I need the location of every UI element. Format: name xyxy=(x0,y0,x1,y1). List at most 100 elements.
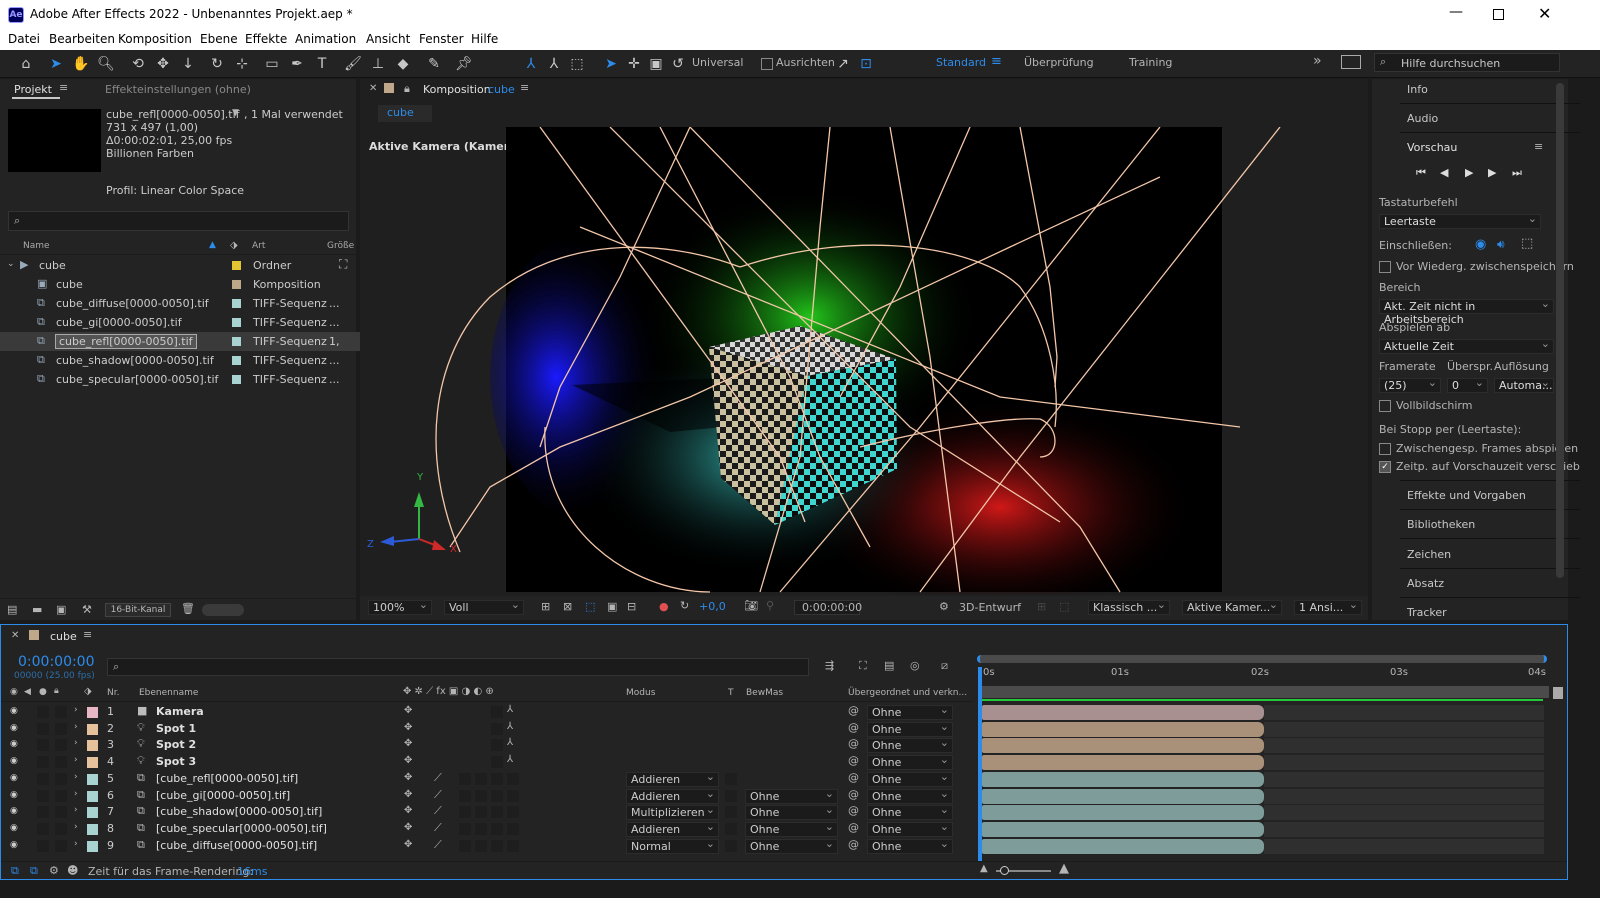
blend-mode-dropdown[interactable]: Addieren xyxy=(626,820,719,837)
layer-row[interactable]: ◉ › 4 💡︎ Spot 3 ✥ ⅄ @ Ohne xyxy=(1,753,991,771)
pickwhip-icon[interactable]: @ xyxy=(848,737,859,750)
switch-box[interactable] xyxy=(491,706,503,718)
zoom-in-icon[interactable]: ▲ xyxy=(1059,861,1069,876)
panel-menu-icon[interactable]: ≡ xyxy=(59,81,68,94)
character-header[interactable]: Zeichen xyxy=(1407,548,1577,561)
viewer-canvas[interactable] xyxy=(360,127,1368,594)
3d-layer-icon[interactable]: ⅄ xyxy=(507,721,513,732)
track-matte-dropdown[interactable]: Ohne xyxy=(745,787,838,804)
header-name[interactable]: Name xyxy=(23,241,50,251)
switch-box[interactable] xyxy=(507,772,519,785)
view-axis-icon[interactable]: ⬚ xyxy=(567,55,587,73)
switch-box[interactable] xyxy=(475,839,487,852)
visibility-eye-icon[interactable]: ◉ xyxy=(10,806,18,816)
rotate-3d-icon[interactable]: ↺ xyxy=(668,55,688,73)
switch-box[interactable] xyxy=(507,806,519,819)
solo-switch[interactable] xyxy=(37,739,49,752)
menu-animation[interactable]: Animation xyxy=(295,32,356,46)
frame-blending-icon[interactable]: ◎ xyxy=(910,659,920,672)
pickwhip-icon[interactable]: @ xyxy=(848,821,859,834)
shy-icon[interactable]: ✥ xyxy=(404,705,412,716)
pickwhip-icon[interactable]: @ xyxy=(848,754,859,767)
flowchart-icon[interactable]: ⛶ xyxy=(339,257,347,272)
framerate-dropdown[interactable]: (25) xyxy=(1379,376,1441,393)
transparency-grid-icon[interactable]: ⊠ xyxy=(563,600,572,613)
solo-switch[interactable] xyxy=(37,706,49,718)
pickwhip-icon[interactable]: @ xyxy=(848,704,859,717)
header-size[interactable]: Größe xyxy=(327,241,354,251)
close-tab-icon[interactable]: ✕ xyxy=(369,83,377,94)
time-checkbox[interactable]: ✓ xyxy=(1379,461,1391,473)
layer-name[interactable]: Spot 2 xyxy=(156,738,196,751)
cache-checkbox[interactable] xyxy=(1379,261,1391,273)
comp-end-marker[interactable] xyxy=(1553,687,1563,699)
solo-switch[interactable] xyxy=(37,806,49,819)
roto-tool-icon[interactable]: ✎ xyxy=(424,55,444,73)
layer-name[interactable]: [cube_gi[0000-0050].tif] xyxy=(156,789,290,802)
switch-box[interactable] xyxy=(491,789,503,802)
tracker-header[interactable]: Tracker xyxy=(1407,606,1577,619)
exposure-value[interactable]: +0,0 xyxy=(699,600,726,613)
graph-editor-icon[interactable]: ⧄ xyxy=(941,659,948,673)
video-include-icon[interactable]: ◉ xyxy=(1475,237,1486,252)
resolution-dropdown[interactable]: Automa... xyxy=(1494,376,1554,393)
zoom-tool-icon[interactable]: 🔍︎ xyxy=(96,55,116,73)
menu-effekte[interactable]: Effekte xyxy=(245,32,287,46)
layer-row[interactable]: ◉ › 8 ⧉ [cube_specular[0000-0050].tif] ✥ ⟋ Addi… xyxy=(1,820,991,838)
shy-icon[interactable]: ✥ xyxy=(404,755,412,766)
workspace-review[interactable]: Überprüfung xyxy=(1024,56,1094,69)
project-search-input[interactable]: ⌕ xyxy=(8,211,349,231)
cached-frames-checkbox[interactable] xyxy=(1379,443,1391,455)
switch-box[interactable] xyxy=(459,806,471,819)
expand-layer-icon[interactable]: › xyxy=(74,772,78,782)
label-swatch[interactable] xyxy=(232,280,241,289)
shy-icon[interactable]: ✥ xyxy=(404,839,412,850)
layer-label-swatch[interactable] xyxy=(87,707,98,718)
tab-project[interactable]: Projekt xyxy=(14,83,52,96)
eraser-tool-icon[interactable]: ◆ xyxy=(393,55,413,73)
switch-box[interactable] xyxy=(491,722,503,735)
help-search-field[interactable]: ⌕ Hilfe durchsuchen xyxy=(1374,53,1560,72)
parent-dropdown[interactable]: Ohne xyxy=(867,837,953,854)
solo-switch[interactable] xyxy=(37,756,49,769)
expand-layer-icon[interactable]: › xyxy=(74,755,78,765)
lock-icon[interactable]: 🔒︎ xyxy=(404,82,410,96)
layer-label-swatch[interactable] xyxy=(87,773,98,785)
in-out-icon[interactable]: ⚙ xyxy=(49,864,59,877)
audio-panel-header[interactable]: Audio xyxy=(1407,112,1577,125)
fullscreen-checkbox[interactable] xyxy=(1379,400,1391,412)
layer-row[interactable]: ◉ › 5 ⧉ [cube_refl[0000-0050].tif] ✥ ⟋ Addieren… xyxy=(1,770,991,788)
switch-box[interactable] xyxy=(475,806,487,819)
solo-switch[interactable] xyxy=(37,822,49,835)
menu-fenster[interactable]: Fenster xyxy=(419,32,464,46)
expand-layer-icon[interactable]: › xyxy=(74,722,78,732)
expand-layer-icon[interactable]: › xyxy=(74,705,78,715)
visibility-eye-icon[interactable]: ◉ xyxy=(10,756,18,766)
transfer-controls-icon[interactable]: ⧉ xyxy=(30,864,38,878)
layer-duration-bar[interactable] xyxy=(982,821,1264,837)
last-frame-icon[interactable]: ⏭ xyxy=(1512,166,1522,180)
workspace-training[interactable]: Training xyxy=(1129,56,1172,69)
track-matte-dropdown[interactable]: Ohne xyxy=(745,820,838,837)
solo-switch[interactable] xyxy=(37,722,49,735)
timeline-menu-icon[interactable]: ≡ xyxy=(83,628,92,641)
draft-3d-icon[interactable]: ⛶ xyxy=(859,659,867,673)
camera-dropdown[interactable]: Aktive Kamer... xyxy=(1182,598,1282,615)
scale-icon[interactable]: ▣ xyxy=(646,55,666,73)
layer-row[interactable]: ◉ › 2 💡︎ Spot 1 ✥ ⅄ @ Ohne xyxy=(1,720,991,738)
layer-name[interactable]: [cube_shadow[0000-0050].tif] xyxy=(156,805,322,818)
label-swatch[interactable] xyxy=(232,375,241,384)
parent-dropdown[interactable]: Ohne xyxy=(867,770,953,787)
switch-box[interactable] xyxy=(507,789,519,802)
stamp-tool-icon[interactable]: ⊥ xyxy=(368,55,388,73)
project-item[interactable]: ⧉ cube_diffuse[0000-0050].tif TIFF-Sequenz… xyxy=(0,294,360,313)
expand-layer-icon[interactable]: › xyxy=(74,839,78,849)
mask-path-icon[interactable]: ⬚ xyxy=(585,600,595,613)
grid-guides-icon[interactable]: ⊟ xyxy=(627,600,636,613)
label-swatch[interactable] xyxy=(232,318,241,327)
range-dropdown[interactable]: Akt. Zeit nicht in Arbeitsbereich xyxy=(1379,297,1554,326)
current-timecode[interactable]: 0:00:00:00 xyxy=(18,654,95,670)
settings-icon[interactable]: ⚒ xyxy=(82,603,92,616)
play-icon[interactable]: ▶ xyxy=(1465,166,1473,179)
close-tab-icon[interactable]: ✕ xyxy=(11,630,19,641)
